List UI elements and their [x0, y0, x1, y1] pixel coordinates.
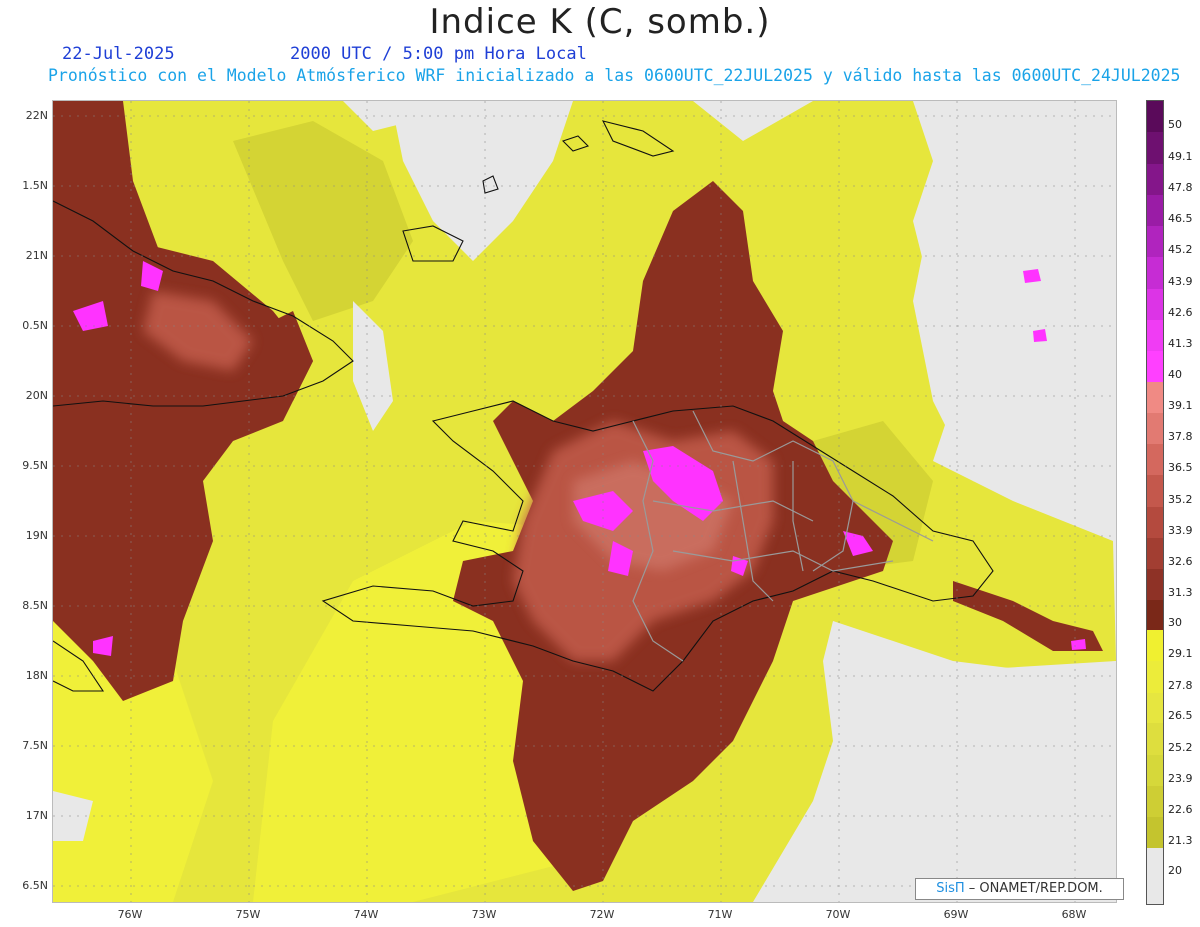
colorbar-label: 45.2	[1168, 243, 1193, 256]
colorbar-swatch	[1147, 661, 1163, 693]
colorbar-label: 22.6	[1168, 803, 1193, 816]
colorbar-label: 33.9	[1168, 524, 1193, 537]
colorbar-label: 31.3	[1168, 586, 1193, 599]
colorbar-label: 26.5	[1168, 709, 1193, 722]
colorbar-label: 32.6	[1168, 555, 1193, 568]
colorbar-label: 36.5	[1168, 461, 1193, 474]
map-title: Indice K (C, somb.)	[429, 2, 771, 42]
colorbar-label: 40	[1168, 368, 1182, 381]
map-canvas	[53, 101, 1116, 902]
colorbar-label: 42.6	[1168, 306, 1193, 319]
lon-label: 73W	[471, 908, 497, 921]
colorbar-swatch	[1147, 257, 1163, 289]
colorbar-swatch	[1147, 569, 1163, 600]
forecast-description: Pronóstico con el Modelo Atmósferico WRF…	[48, 66, 1181, 85]
colorbar-label: 23.9	[1168, 772, 1193, 785]
colorbar-label: 47.8	[1168, 181, 1193, 194]
colorbar-label: 39.1	[1168, 399, 1193, 412]
colorbar-label: 41.3	[1168, 337, 1193, 350]
lat-label: 7.5N	[22, 739, 48, 752]
credit-text: – ONAMET/REP.DOM.	[964, 881, 1103, 896]
colorbar	[1146, 100, 1164, 905]
colorbar-swatch	[1147, 413, 1163, 444]
colorbar-label: 30	[1168, 616, 1182, 629]
lon-label: 69W	[943, 908, 969, 921]
colorbar-label: 29.1	[1168, 647, 1193, 660]
lat-label: 22N	[25, 109, 48, 122]
colorbar-swatch	[1147, 475, 1163, 507]
colorbar-label: 35.2	[1168, 493, 1193, 506]
colorbar-swatch	[1147, 226, 1163, 257]
forecast-date: 22-Jul-2025	[62, 44, 175, 64]
colorbar-swatch	[1147, 600, 1163, 630]
colorbar-swatch	[1147, 289, 1163, 320]
lat-label: 0.5N	[22, 319, 48, 332]
colorbar-swatch	[1147, 817, 1163, 848]
lon-label: 71W	[707, 908, 733, 921]
colorbar-swatch	[1147, 755, 1163, 786]
brand-label: SisΠ	[936, 881, 965, 896]
colorbar-swatch	[1147, 444, 1163, 475]
colorbar-swatch	[1147, 320, 1163, 351]
colorbar-swatch	[1147, 382, 1163, 413]
colorbar-label: 50	[1168, 118, 1182, 131]
forecast-time: 2000 UTC / 5:00 pm Hora Local	[290, 44, 587, 64]
colorbar-swatch	[1147, 507, 1163, 538]
lat-label: 21N	[25, 249, 48, 262]
colorbar-label: 27.8	[1168, 679, 1193, 692]
lon-label: 75W	[235, 908, 261, 921]
k-index-map	[52, 100, 1117, 903]
colorbar-swatch	[1147, 848, 1163, 904]
colorbar-swatch	[1147, 101, 1163, 132]
lat-label: 17N	[25, 809, 48, 822]
lat-label: 1.5N	[22, 179, 48, 192]
lon-label: 70W	[825, 908, 851, 921]
colorbar-label: 25.2	[1168, 741, 1193, 754]
colorbar-label: 21.3	[1168, 834, 1193, 847]
colorbar-swatch	[1147, 630, 1163, 661]
colorbar-swatch	[1147, 351, 1163, 382]
colorbar-swatch	[1147, 693, 1163, 723]
lon-label: 72W	[589, 908, 615, 921]
colorbar-label: 46.5	[1168, 212, 1193, 225]
lon-label: 68W	[1061, 908, 1087, 921]
colorbar-swatch	[1147, 195, 1163, 226]
lat-label: 20N	[25, 389, 48, 402]
colorbar-swatch	[1147, 164, 1163, 195]
lat-label: 18N	[25, 669, 48, 682]
lon-label: 74W	[353, 908, 379, 921]
lat-label: 6.5N	[22, 879, 48, 892]
colorbar-label: 37.8	[1168, 430, 1193, 443]
colorbar-label: 20	[1168, 864, 1182, 877]
colorbar-label: 49.1	[1168, 150, 1193, 163]
credit-box: SisΠ – ONAMET/REP.DOM.	[915, 878, 1124, 900]
colorbar-swatch	[1147, 132, 1163, 164]
lat-label: 9.5N	[22, 459, 48, 472]
colorbar-swatch	[1147, 786, 1163, 817]
colorbar-swatch	[1147, 723, 1163, 755]
colorbar-swatch	[1147, 538, 1163, 569]
lat-label: 19N	[25, 529, 48, 542]
colorbar-label: 43.9	[1168, 275, 1193, 288]
lon-label: 76W	[117, 908, 143, 921]
lat-label: 8.5N	[22, 599, 48, 612]
